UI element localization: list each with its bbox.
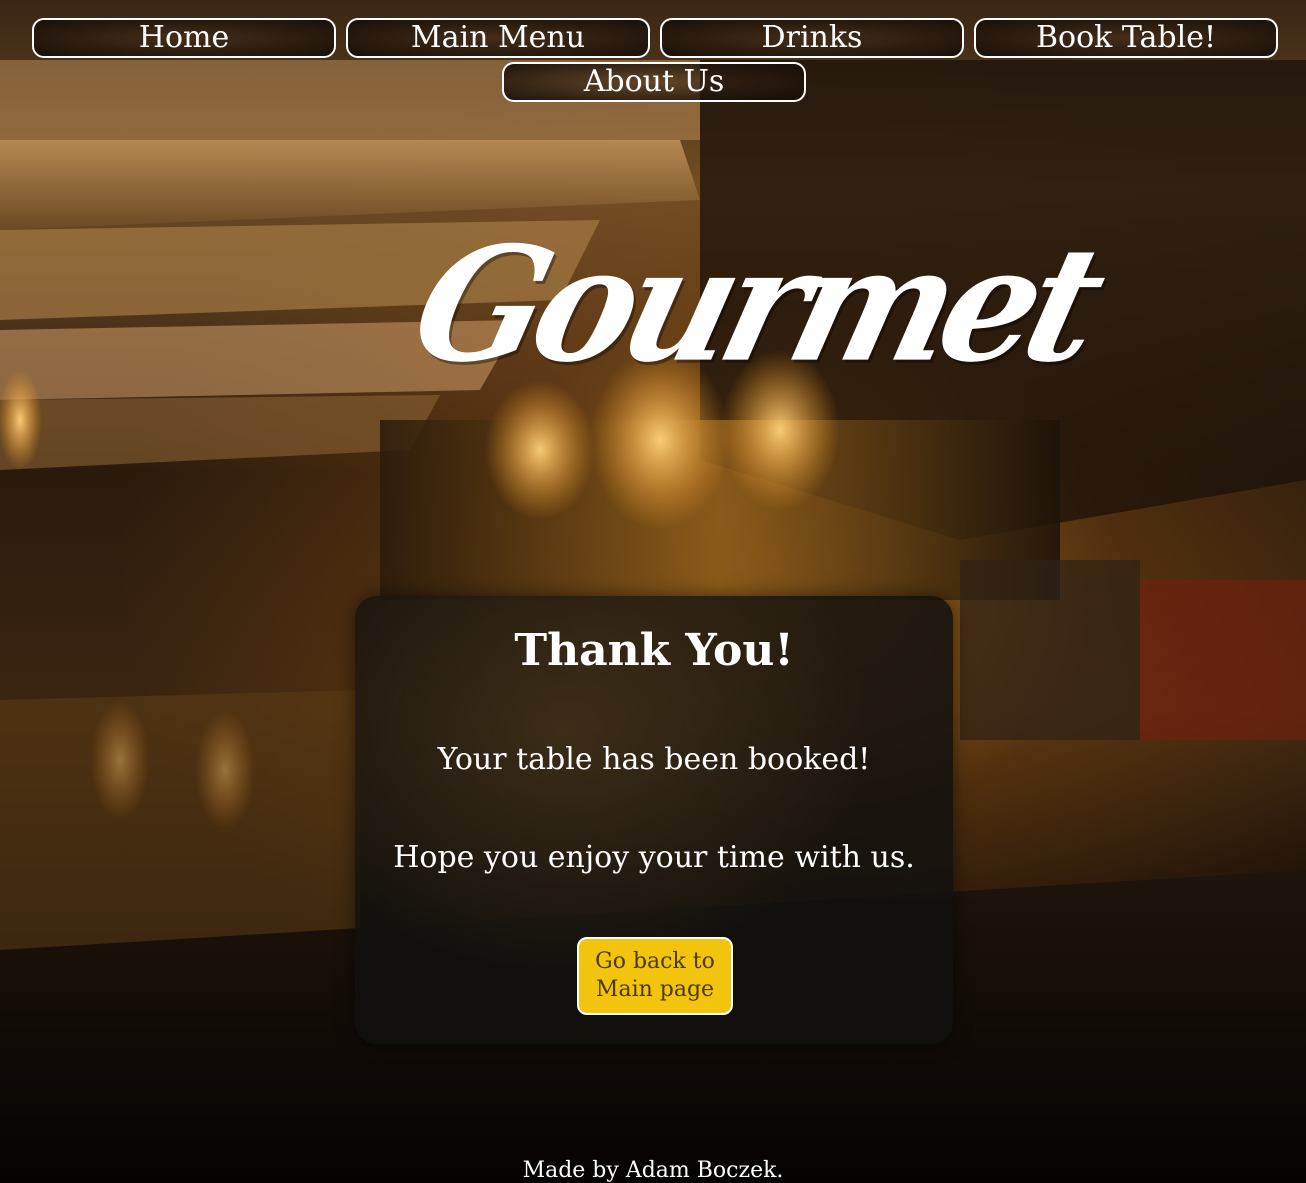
footer-credit: Made by Adam Boczek. [522,1158,784,1183]
nav-book-table-button[interactable]: Book Table! [974,18,1278,58]
gourmet-logo: Gourmet [397,213,1113,410]
logo-text: Gourmet [396,212,1113,398]
thank-you-heading: Thank You! [514,625,794,676]
nav-about-us-button[interactable]: About Us [502,62,806,102]
nav-drinks-button[interactable]: Drinks [660,18,964,58]
back-to-main-page-button[interactable]: Go back to Main page [577,937,733,1015]
back-button-label-line2: Main page [595,977,715,1002]
enjoy-message-text: Hope you enjoy your time with us. [393,840,915,875]
nav-home-button[interactable]: Home [32,18,336,58]
back-button-label-line1: Go back to [595,949,715,974]
booking-confirmed-text: Your table has been booked! [437,742,871,777]
booking-confirmation-card: Thank You! Your table has been booked! H… [355,596,953,1044]
nav-main-menu-button[interactable]: Main Menu [346,18,650,58]
